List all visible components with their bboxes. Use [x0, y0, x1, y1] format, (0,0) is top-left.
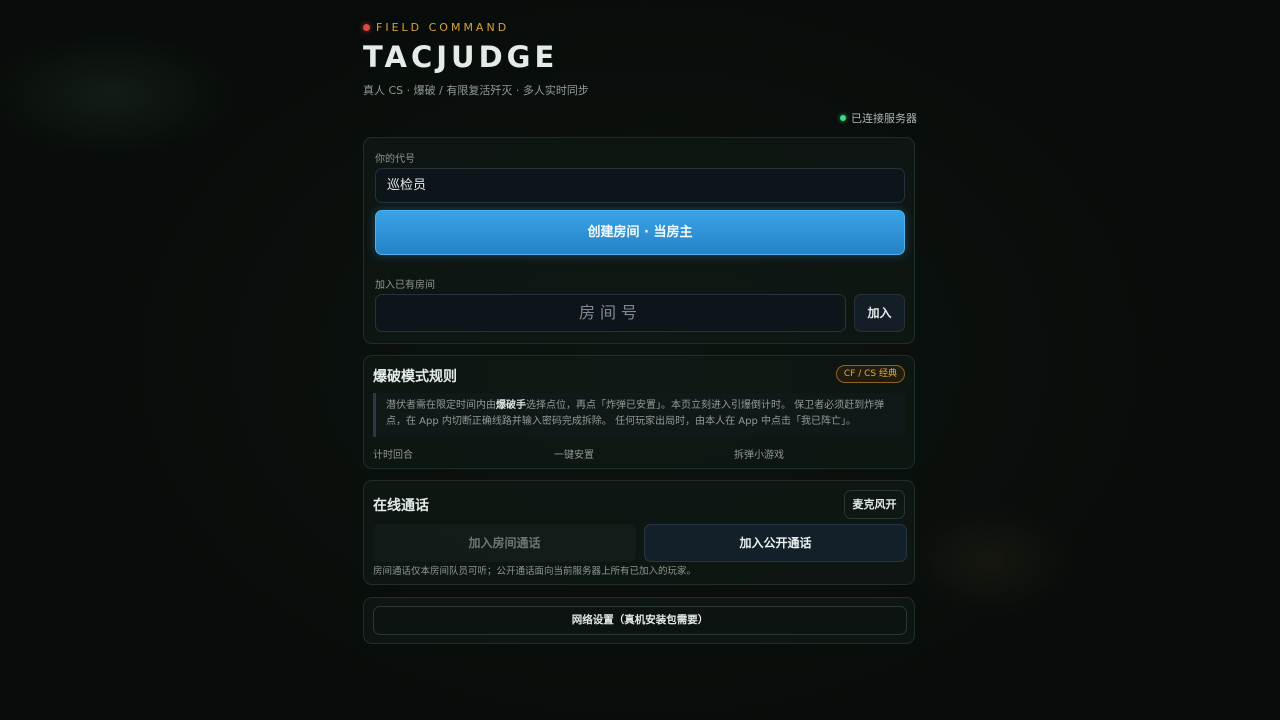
lobby-card: 你的代号 巡检员 创建房间 · 当房主 加入已有房间 房间号 加入: [363, 137, 915, 344]
voice-card: 在线通话 麦克风开 加入房间通话 加入公开通话 房间通话仅本房间队员可听；公开通…: [363, 480, 915, 585]
room-number-input[interactable]: 房间号: [375, 294, 846, 332]
callsign-input[interactable]: 巡检员: [375, 168, 905, 203]
rules-title: 爆破模式规则: [373, 369, 457, 385]
rules-description: 潜伏者需在限定时间内由爆破手选择点位，再点「炸弹已安置」。本页立刻进入引爆倒计时…: [373, 393, 905, 437]
feature-defuse-minigame: 拆弹小游戏: [734, 450, 784, 461]
kicker-text: FIELD COMMAND: [376, 21, 510, 34]
network-settings-button[interactable]: 网络设置（真机安装包需要）: [373, 606, 907, 635]
join-label: 加入已有房间: [375, 280, 435, 291]
app-title: TACJUDGE: [363, 40, 559, 74]
create-room-button[interactable]: 创建房间 · 当房主: [375, 210, 905, 255]
voice-title: 在线通话: [373, 498, 429, 514]
voice-note: 房间通话仅本房间队员可听；公开通话面向当前服务器上所有已加入的玩家。: [373, 566, 697, 577]
join-room-button[interactable]: 加入: [854, 294, 905, 332]
join-room-call-button[interactable]: 加入房间通话: [373, 524, 636, 562]
network-card: 网络设置（真机安装包需要）: [363, 597, 915, 644]
name-label: 你的代号: [375, 154, 415, 165]
feature-one-tap-plant: 一键安置: [554, 450, 594, 461]
mic-toggle-button[interactable]: 麦克风开: [844, 490, 905, 519]
app-subtitle: 真人 CS · 爆破 / 有限复活歼灭 · 多人实时同步: [363, 84, 589, 97]
connection-status: 已连接服务器: [840, 110, 917, 126]
bomber-role: 爆破手: [496, 400, 526, 411]
connection-status-text: 已连接服务器: [851, 112, 917, 125]
mode-badge: CF / CS 经典: [835, 365, 905, 383]
join-public-call-button[interactable]: 加入公开通话: [644, 524, 907, 562]
kicker: FIELD COMMAND: [363, 21, 509, 34]
feature-timed-rounds: 计时回合: [373, 450, 413, 461]
connected-dot-icon: [840, 115, 846, 121]
live-indicator-icon: [363, 24, 370, 31]
rules-card: 爆破模式规则 CF / CS 经典 潜伏者需在限定时间内由爆破手选择点位，再点「…: [363, 355, 915, 469]
